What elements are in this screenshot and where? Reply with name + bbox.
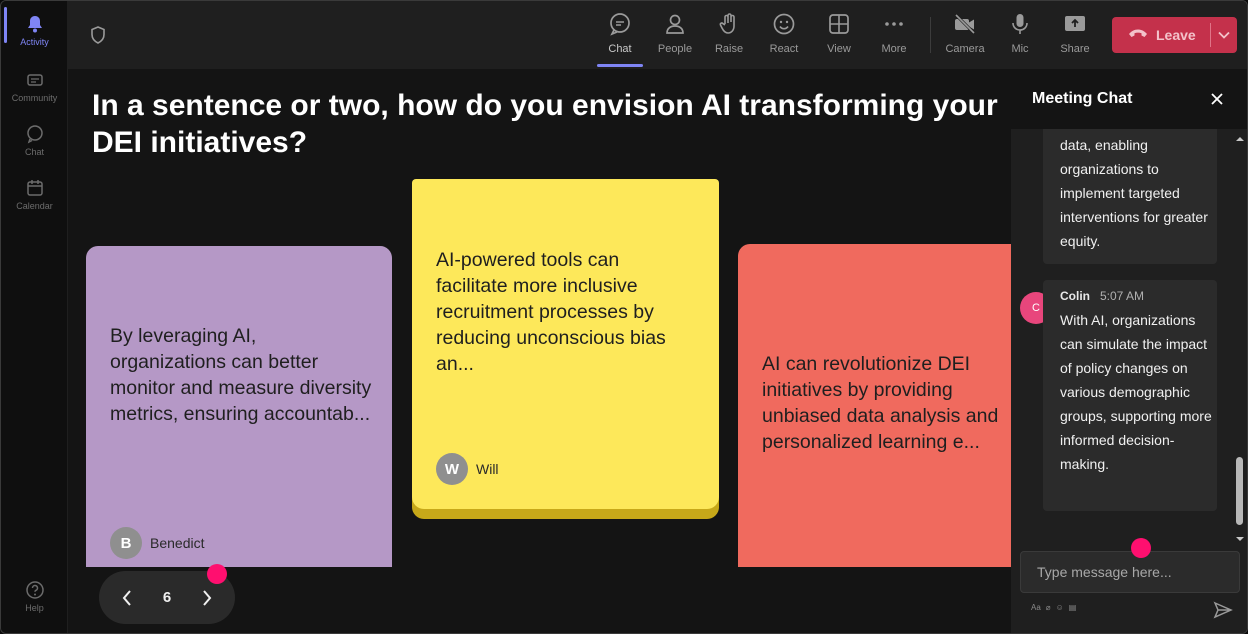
toolbar-share-button[interactable]: Share [1048,11,1102,61]
shield-icon[interactable] [88,25,108,45]
avatar: W [436,453,468,485]
format-icon[interactable]: Aa [1031,603,1041,612]
rail-item-label: Calendar [16,201,53,211]
message-meta: Colin 5:07 AM [1060,289,1144,303]
next-page-button[interactable] [197,588,217,608]
rail-item-activity[interactable]: Activity [1,5,68,57]
chat-icon [607,11,633,37]
rail-item-community[interactable]: Community [1,61,68,113]
toolbar-label: Mic [1011,43,1029,55]
avatar: B [110,527,142,559]
chat-title: Meeting Chat [1032,90,1133,107]
chevron-down-icon [1218,26,1230,44]
author-name: Will [476,461,499,477]
chat-message: data, enabling organizations to implemen… [1043,129,1217,264]
rail-item-label: Activity [20,37,49,47]
toolbar-chat-button[interactable]: Chat [593,11,647,61]
toolbar-label: Camera [945,43,985,55]
rail-item-chat[interactable]: Chat [1,115,68,167]
message-input[interactable] [1020,551,1240,593]
gif-icon[interactable]: ▤ [1069,603,1077,612]
chat-icon [24,123,46,145]
message-text: With AI, organizations can simulate the … [1060,312,1212,472]
rail-item-label: Chat [24,147,44,157]
toolbar-divider [930,17,931,53]
chat-header: Meeting Chat [1011,69,1247,129]
toolbar-label: Share [1060,43,1090,55]
note-author: B Benedict [110,527,204,559]
toolbar-camera-button[interactable]: Camera [938,11,992,61]
close-icon[interactable] [1207,89,1227,109]
sticky-note[interactable]: AI-powered tools can facilitate more inc… [412,179,719,509]
toolbar-more-button[interactable]: More [867,11,921,61]
toolbar-label: View [827,43,851,55]
note-text: By leveraging AI, organizations can bett… [110,325,372,425]
toolbar-people-button[interactable]: People [648,11,702,61]
note-author: W Will [436,453,499,485]
chat-message: Colin 5:07 AM With AI, organizations can… [1043,280,1217,511]
toolbar-label: Chat [608,43,632,55]
chevron-right-icon [203,589,212,606]
message-timestamp: 5:07 AM [1100,289,1145,303]
author-name: Benedict [150,535,205,551]
rail-item-label: Help [25,603,44,613]
toolbar-label: More [881,43,907,55]
sticky-note[interactable]: AI can revolutionize DEI initiatives by … [738,244,1011,567]
leave-label: Leave [1156,27,1196,43]
view-grid-icon [826,11,852,37]
cursor-indicator-dot [1131,538,1151,558]
toolbar-raise-button[interactable]: Raise [702,11,756,61]
bell-icon [24,13,46,35]
leave-button[interactable]: Leave [1112,17,1237,53]
note-text: AI-powered tools can facilitate more inc… [436,249,666,375]
help-icon [24,579,46,601]
rail-item-help[interactable]: Help [1,571,68,623]
react-icon [771,11,797,37]
compose-tools: Aa ⌀ ☺ ▤ [1031,603,1076,612]
community-icon [24,69,46,91]
message-text: data, enabling organizations to implemen… [1060,137,1208,249]
calendar-icon [24,177,46,199]
chat-scrollbar[interactable] [1233,129,1247,545]
scroll-up-icon[interactable] [1235,131,1245,141]
toolbar-react-button[interactable]: React [757,11,811,61]
rail-item-label: Community [11,93,58,103]
page-number: 6 [162,589,172,606]
people-icon [662,11,688,37]
active-tab-indicator [597,64,643,67]
app-rail: Activity Community Chat Calendar Help [1,1,68,633]
meeting-chat-panel: Meeting Chat data, enabling organization… [1011,69,1247,633]
meeting-window: Activity Community Chat Calendar Help Ch… [0,0,1248,634]
toolbar-label: React [769,43,799,55]
leave-options-button[interactable] [1211,17,1237,53]
note-text: AI can revolutionize DEI initiatives by … [762,353,999,453]
question-heading: In a sentence or two, how do you envisio… [92,89,998,159]
camera-off-icon [952,11,978,37]
toolbar-label: Raise [714,43,744,55]
raise-hand-icon [716,11,742,37]
sticky-note[interactable]: By leveraging AI, organizations can bett… [86,246,392,567]
share-icon [1062,11,1088,37]
previous-page-button[interactable] [117,588,137,608]
whiteboard-stage: In a sentence or two, how do you envisio… [68,69,1011,633]
cursor-indicator-dot [207,564,227,584]
toolbar-label: People [657,43,693,55]
meeting-toolbar: Chat People Raise React View More Camera… [68,1,1247,69]
toolbar-view-button[interactable]: View [812,11,866,61]
leave-main[interactable]: Leave [1112,17,1210,53]
send-icon[interactable] [1213,600,1233,620]
message-author: Colin [1060,289,1090,303]
attach-icon[interactable]: ⌀ [1046,603,1051,612]
mic-icon [1007,11,1033,37]
rail-item-calendar[interactable]: Calendar [1,169,68,221]
scroll-down-icon[interactable] [1235,531,1245,541]
more-icon [881,11,907,37]
emoji-icon[interactable]: ☺ [1056,603,1064,612]
chevron-left-icon [122,589,131,606]
scrollbar-thumb[interactable] [1236,457,1243,525]
toolbar-mic-button[interactable]: Mic [993,11,1047,61]
hang-up-icon [1128,26,1148,44]
